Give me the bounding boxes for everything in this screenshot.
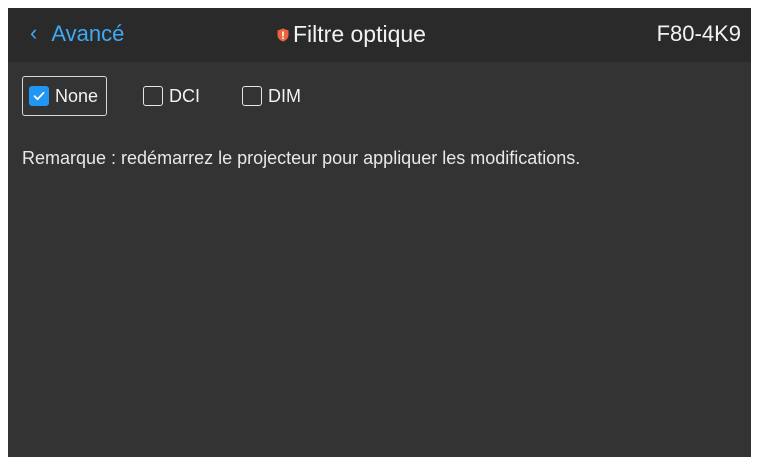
checkbox-dim[interactable] [242,86,263,106]
model-name: F80-4K9 [656,21,741,46]
page-title-text: Filtre optique [293,20,426,47]
restart-note: Remarque : redémarrez le projecteur pour… [22,148,581,168]
checkmark-icon [33,91,45,101]
option-dim-label: DIM [268,85,302,106]
option-dci-label: DCI [169,85,201,106]
option-dim[interactable]: DIM [242,76,301,116]
option-dci[interactable]: DCI [143,76,200,116]
back-button[interactable]: ‹ Avancé [30,17,124,51]
checkbox-none[interactable] [29,86,49,106]
page-title: Filtre optique [276,17,426,51]
option-none[interactable]: None [22,76,108,116]
back-label: Avancé [51,21,125,46]
filter-options: None DCI DIM [22,76,301,116]
checkbox-dci[interactable] [143,86,164,106]
header-bar: ‹ Avancé Filtre optique F80-4K9 [8,8,751,62]
option-none-label: None [55,85,99,106]
screen: ‹ Avancé Filtre optique F80-4K9 None DCI [8,8,751,457]
chevron-left-icon: ‹ [30,20,38,45]
shield-warning-icon [277,28,289,41]
